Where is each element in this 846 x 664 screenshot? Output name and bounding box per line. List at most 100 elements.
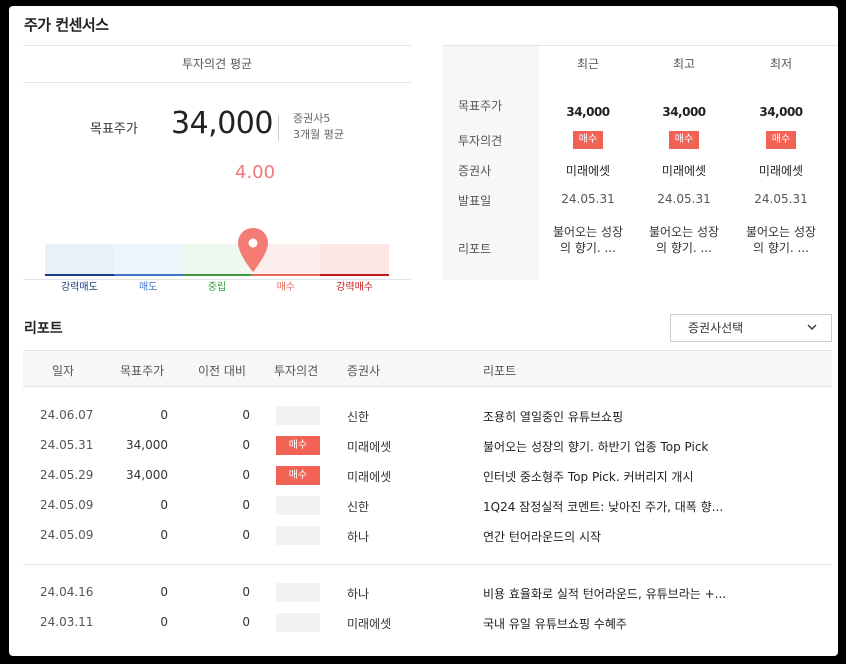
summary-report-link[interactable]: 불어오는 성장의 향기. ... [639, 224, 729, 256]
summary-target: 34,000 [566, 105, 610, 119]
row-date: 24.05.09 [40, 528, 94, 542]
target-price-value: 34,000 [171, 106, 273, 141]
summary-opinion: 매수 [736, 131, 826, 149]
location-pin-icon [238, 228, 268, 272]
target-price-label: 목표주가 [90, 122, 138, 137]
summary-broker: 미래에셋 [565, 164, 611, 178]
scale-segment-line [45, 274, 114, 276]
summary-row-label: 목표주가 [458, 99, 503, 113]
row-target-price: 34,000 [126, 468, 168, 482]
row-report-link[interactable]: 인터넷 중소형주 Top Pick. 커버리지 개시 [483, 468, 694, 485]
row-date: 24.06.07 [40, 408, 94, 422]
report-line-1: 불어오는 성장 [745, 225, 817, 239]
row-date: 24.05.31 [40, 438, 94, 452]
opinion-score: 4.00 [235, 162, 276, 183]
table-row: 24.05.09 0 0 하나 연간 턴어라운드의 시작 [23, 521, 832, 551]
summary-report-link[interactable]: 불어오는 성장 의 향기. ... [543, 224, 633, 256]
scale-segment-line [182, 274, 252, 276]
row-broker: 미래에셋 [347, 440, 392, 454]
row-change: 0 [242, 438, 250, 452]
summary-row-label: 증권사 [458, 164, 492, 178]
scale-segment-5: 강력매수 [320, 244, 389, 293]
row-report-link[interactable]: 국내 유일 유튜브쇼핑 수혜주 [483, 615, 627, 632]
column-header-1: 일자 [52, 364, 75, 378]
row-opinion [276, 583, 320, 602]
consensus-panel: 주가 컨센서스 투자의견 평균 목표주가 34,000 증권사5 3개월 평균 … [9, 6, 838, 656]
opinion-scale-bar: 강력매도 매도 중립 매수 강력매수 [45, 244, 389, 293]
opinion-average-header: 투자의견 평균 [23, 46, 411, 83]
target-price-meta: 증권사5 3개월 평균 [293, 111, 344, 143]
scale-segment-1: 강력매도 [45, 244, 114, 293]
row-report-link[interactable]: 1Q24 잠정실적 코멘트: 낮아진 주가, 대폭 향... [483, 498, 723, 515]
summary-row-label: 투자의견 [458, 134, 503, 148]
summary-table: 최근 최고 최저 목표주가 투자의견 증권사 발표일 리포트 34,000 매수 미래에셋 24.05… [443, 45, 838, 281]
row-broker: 신한 [347, 500, 370, 514]
summary-target: 34,000 [759, 105, 803, 119]
scale-segment-fill [45, 244, 114, 274]
row-opinion [276, 526, 320, 545]
scale-segment-2: 매도 [113, 244, 183, 293]
broker-select-label: 증권사선택 [688, 321, 744, 335]
row-date: 24.05.09 [40, 498, 94, 512]
brokers-count: 증권사5 [293, 112, 331, 125]
period: 3개월 평균 [293, 128, 344, 141]
row-broker: 미래에셋 [347, 470, 392, 484]
summary-date: 24.05.31 [561, 192, 615, 206]
row-change: 0 [242, 585, 250, 599]
reports-table-header: 일자 목표주가 이전 대비 투자의견 증권사 리포트 [23, 350, 832, 387]
reports-title: 리포트 [24, 321, 63, 337]
table-row: 24.04.16 0 0 하나 비용 효율화로 실적 턴어라운드, 유튜브라는 +... [23, 578, 832, 608]
summary-opinion: 매수 [639, 131, 729, 149]
row-change: 0 [242, 615, 250, 629]
summary-header-3: 최저 [769, 57, 793, 71]
divider [278, 115, 279, 141]
report-line-2: 의 향기. ... [655, 241, 712, 255]
opinion-badge: 매수 [572, 131, 604, 149]
scale-segment-label: 매도 [138, 282, 158, 293]
row-date: 24.04.16 [40, 585, 94, 599]
section-title: 주가 컨센서스 [24, 16, 109, 34]
scale-segment-label: 매수 [276, 282, 295, 293]
reports-table: 일자 목표주가 이전 대비 투자의견 증권사 리포트 24.06.07 0 0 신한 조용히 열일… [23, 350, 832, 632]
summary-header-2: 최고 [672, 57, 696, 71]
table-row: 24.06.07 0 0 신한 조용히 열일중인 유튜브쇼핑 [23, 401, 832, 431]
table-row: 24.03.11 0 0 미래에셋 국내 유일 유튜브쇼핑 수혜주 [23, 608, 832, 638]
scale-segment-label: 강력매도 [60, 282, 98, 293]
row-date: 24.05.29 [40, 468, 94, 482]
row-target-price: 0 [160, 585, 168, 599]
row-target-price: 0 [160, 615, 168, 629]
row-separator [23, 564, 832, 565]
row-opinion: 매수 [276, 436, 320, 455]
table-row: 24.05.31 34,000 0 매수 미래에셋 불어오는 성장의 향기. 하반기 업종… [23, 431, 832, 461]
broker-select-dropdown[interactable]: 증권사선택 [670, 314, 832, 342]
summary-report-link[interactable]: 불어오는 성장 의 향기. ... [736, 224, 826, 256]
row-report-link[interactable]: 조용히 열일중인 유튜브쇼핑 [483, 408, 623, 425]
opinion-average-box: 투자의견 평균 목표주가 34,000 증권사5 3개월 평균 4.00 강력매… [23, 45, 411, 293]
summary-opinion: 매수 [543, 131, 633, 149]
row-broker: 신한 [347, 410, 370, 424]
scale-segment-line [113, 274, 183, 276]
row-report-link[interactable]: 연간 턴어라운드의 시작 [483, 528, 601, 545]
scale-segment-label: 강력매수 [336, 282, 373, 293]
scale-segment-line [320, 274, 389, 276]
summary-row-label: 리포트 [458, 242, 492, 256]
summary-target: 34,000 [662, 105, 706, 119]
row-target-price: 0 [160, 498, 168, 512]
row-report-link[interactable]: 불어오는 성장의 향기. 하반기 업종 Top Pick [483, 438, 708, 455]
column-header-2: 목표주가 [120, 364, 165, 378]
opinion-badge: 매수 [765, 131, 797, 149]
row-target-price: 0 [160, 408, 168, 422]
table-row: 24.05.29 34,000 0 매수 미래에셋 인터넷 중소형주 Top Pick. … [23, 461, 832, 491]
summary-row-label: 발표일 [458, 194, 492, 208]
chevron-down-icon [807, 324, 817, 330]
row-opinion [276, 496, 320, 515]
row-change: 0 [242, 528, 250, 542]
summary-broker: 미래에셋 [758, 164, 804, 178]
report-line-1: 불어오는 성장 [648, 225, 720, 239]
summary-broker: 미래에셋 [661, 164, 707, 178]
column-header-6: 리포트 [483, 364, 517, 378]
report-line-2: 의 향기. ... [559, 241, 616, 255]
row-report-link[interactable]: 비용 효율화로 실적 턴어라운드, 유튜브라는 +... [483, 585, 726, 602]
opinion-badge: 매수 [668, 131, 700, 149]
scale-segment-fill [113, 244, 183, 274]
